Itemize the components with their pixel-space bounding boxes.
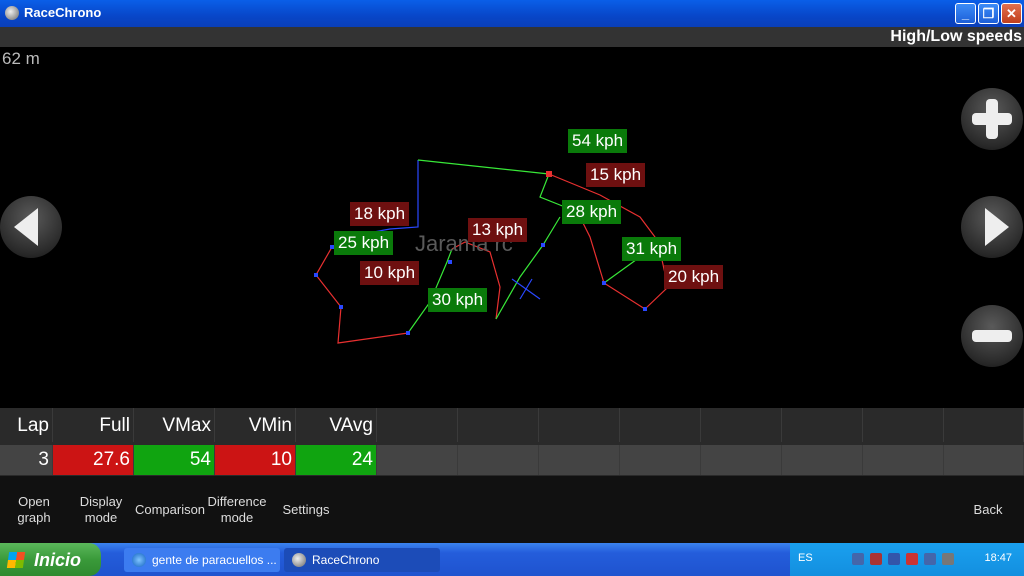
tray-icon[interactable] bbox=[888, 553, 900, 565]
app-icon bbox=[5, 6, 19, 20]
cell-empty bbox=[620, 445, 701, 475]
cell-full[interactable]: 27.6 bbox=[53, 445, 134, 475]
column-header-empty bbox=[620, 408, 701, 442]
column-header-vavg: VAvg bbox=[296, 408, 377, 442]
track-segment bbox=[579, 216, 646, 310]
speed-label: 13 kph bbox=[468, 218, 528, 242]
track-marker bbox=[643, 307, 647, 311]
speed-label: 10 kph bbox=[360, 261, 420, 285]
speed-label: 30 kph bbox=[428, 288, 488, 312]
tray-icon[interactable] bbox=[852, 553, 864, 565]
racechrono-icon bbox=[292, 553, 306, 567]
arrow-left-icon bbox=[14, 208, 38, 246]
finish-line bbox=[519, 278, 533, 300]
maximize-button[interactable]: ❐ bbox=[978, 3, 999, 24]
cell-vmin[interactable]: 10 bbox=[215, 445, 296, 475]
back-button[interactable]: Back bbox=[962, 502, 1014, 518]
speed-label: 28 kph bbox=[562, 200, 622, 224]
cell-empty bbox=[944, 445, 1024, 475]
cell-empty bbox=[458, 445, 539, 475]
windows-logo-icon bbox=[6, 552, 26, 568]
view-mode-title: High/Low speeds bbox=[890, 28, 1022, 45]
track-marker bbox=[339, 305, 343, 309]
close-button[interactable]: ✕ bbox=[1001, 3, 1022, 24]
tray-icon[interactable] bbox=[906, 553, 918, 565]
speed-label: 54 kph bbox=[568, 129, 628, 153]
speed-label: 31 kph bbox=[622, 237, 682, 261]
cell-empty bbox=[782, 445, 863, 475]
speed-label: 18 kph bbox=[350, 202, 410, 226]
arrow-right-icon bbox=[985, 208, 1009, 246]
column-header-lap: Lap bbox=[0, 408, 53, 442]
open-graph-button[interactable]: Open graph bbox=[8, 494, 60, 526]
cell-vavg[interactable]: 24 bbox=[296, 445, 377, 475]
track-marker bbox=[448, 260, 452, 264]
cell-empty bbox=[539, 445, 620, 475]
taskbar-item-racechrono[interactable]: RaceChrono bbox=[284, 548, 440, 572]
cell-vmax[interactable]: 54 bbox=[134, 445, 215, 475]
tray-icon[interactable] bbox=[942, 553, 954, 565]
title-bar[interactable]: RaceChrono _ ❐ ✕ bbox=[0, 0, 1024, 27]
column-header-empty bbox=[458, 408, 539, 442]
taskbar-item-browser[interactable]: gente de paracuellos ... bbox=[124, 548, 280, 572]
lap-table[interactable]: Lap Full VMax VMin VAvg 3 27.6 54 10 24 bbox=[0, 408, 1024, 476]
task-label: gente de paracuellos ... bbox=[152, 553, 277, 567]
column-header-empty bbox=[944, 408, 1024, 442]
column-header-empty bbox=[701, 408, 782, 442]
zoom-in-button[interactable] bbox=[961, 88, 1023, 150]
settings-button[interactable]: Settings bbox=[278, 502, 334, 518]
track-marker bbox=[314, 273, 318, 277]
column-header-empty bbox=[863, 408, 944, 442]
maximize-icon: ❐ bbox=[982, 6, 995, 21]
comparison-button[interactable]: Comparison bbox=[132, 502, 208, 518]
window-title: RaceChrono bbox=[24, 5, 102, 20]
task-label: RaceChrono bbox=[312, 553, 380, 567]
display-mode-button[interactable]: Display mode bbox=[72, 494, 130, 526]
minimize-button[interactable]: _ bbox=[955, 3, 976, 24]
cell-empty bbox=[863, 445, 944, 475]
track-marker-current bbox=[546, 171, 552, 177]
mode-bar: High/Low speeds bbox=[0, 27, 1024, 47]
column-header-vmin: VMin bbox=[215, 408, 296, 442]
column-header-empty bbox=[377, 408, 458, 442]
column-header-empty bbox=[539, 408, 620, 442]
column-header-full: Full bbox=[53, 408, 134, 442]
close-icon: ✕ bbox=[1006, 6, 1017, 21]
speed-label: 25 kph bbox=[334, 231, 394, 255]
plus-icon bbox=[972, 99, 1012, 139]
taskbar: Inicio gente de paracuellos ... RaceChro… bbox=[0, 543, 1024, 576]
language-indicator[interactable]: ES bbox=[798, 552, 813, 564]
tray-icon[interactable] bbox=[924, 553, 936, 565]
speed-label: 20 kph bbox=[664, 265, 724, 289]
minus-icon bbox=[972, 330, 1012, 342]
previous-button[interactable] bbox=[0, 196, 62, 258]
system-tray: ES 18:47 bbox=[790, 543, 1024, 576]
track-marker bbox=[541, 243, 545, 247]
bottom-toolbar: Open graph Display mode Comparison Diffe… bbox=[0, 476, 1024, 543]
difference-mode-button[interactable]: Difference mode bbox=[204, 494, 270, 526]
tray-icon[interactable] bbox=[870, 553, 882, 565]
speed-label: 15 kph bbox=[586, 163, 646, 187]
track-marker bbox=[602, 281, 606, 285]
next-button[interactable] bbox=[961, 196, 1023, 258]
cell-lap[interactable]: 3 bbox=[0, 445, 53, 475]
cell-empty bbox=[377, 445, 458, 475]
start-button[interactable]: Inicio bbox=[0, 543, 101, 576]
minimize-icon: _ bbox=[961, 6, 970, 21]
clock[interactable]: 18:47 bbox=[984, 552, 1012, 564]
cell-empty bbox=[701, 445, 782, 475]
start-label: Inicio bbox=[34, 550, 82, 570]
column-header-empty bbox=[782, 408, 863, 442]
internet-explorer-icon bbox=[132, 553, 146, 567]
column-header-vmax: VMax bbox=[134, 408, 215, 442]
track-marker bbox=[406, 331, 410, 335]
track-segment bbox=[417, 159, 550, 175]
track-segment bbox=[337, 306, 409, 344]
zoom-out-button[interactable] bbox=[961, 305, 1023, 367]
